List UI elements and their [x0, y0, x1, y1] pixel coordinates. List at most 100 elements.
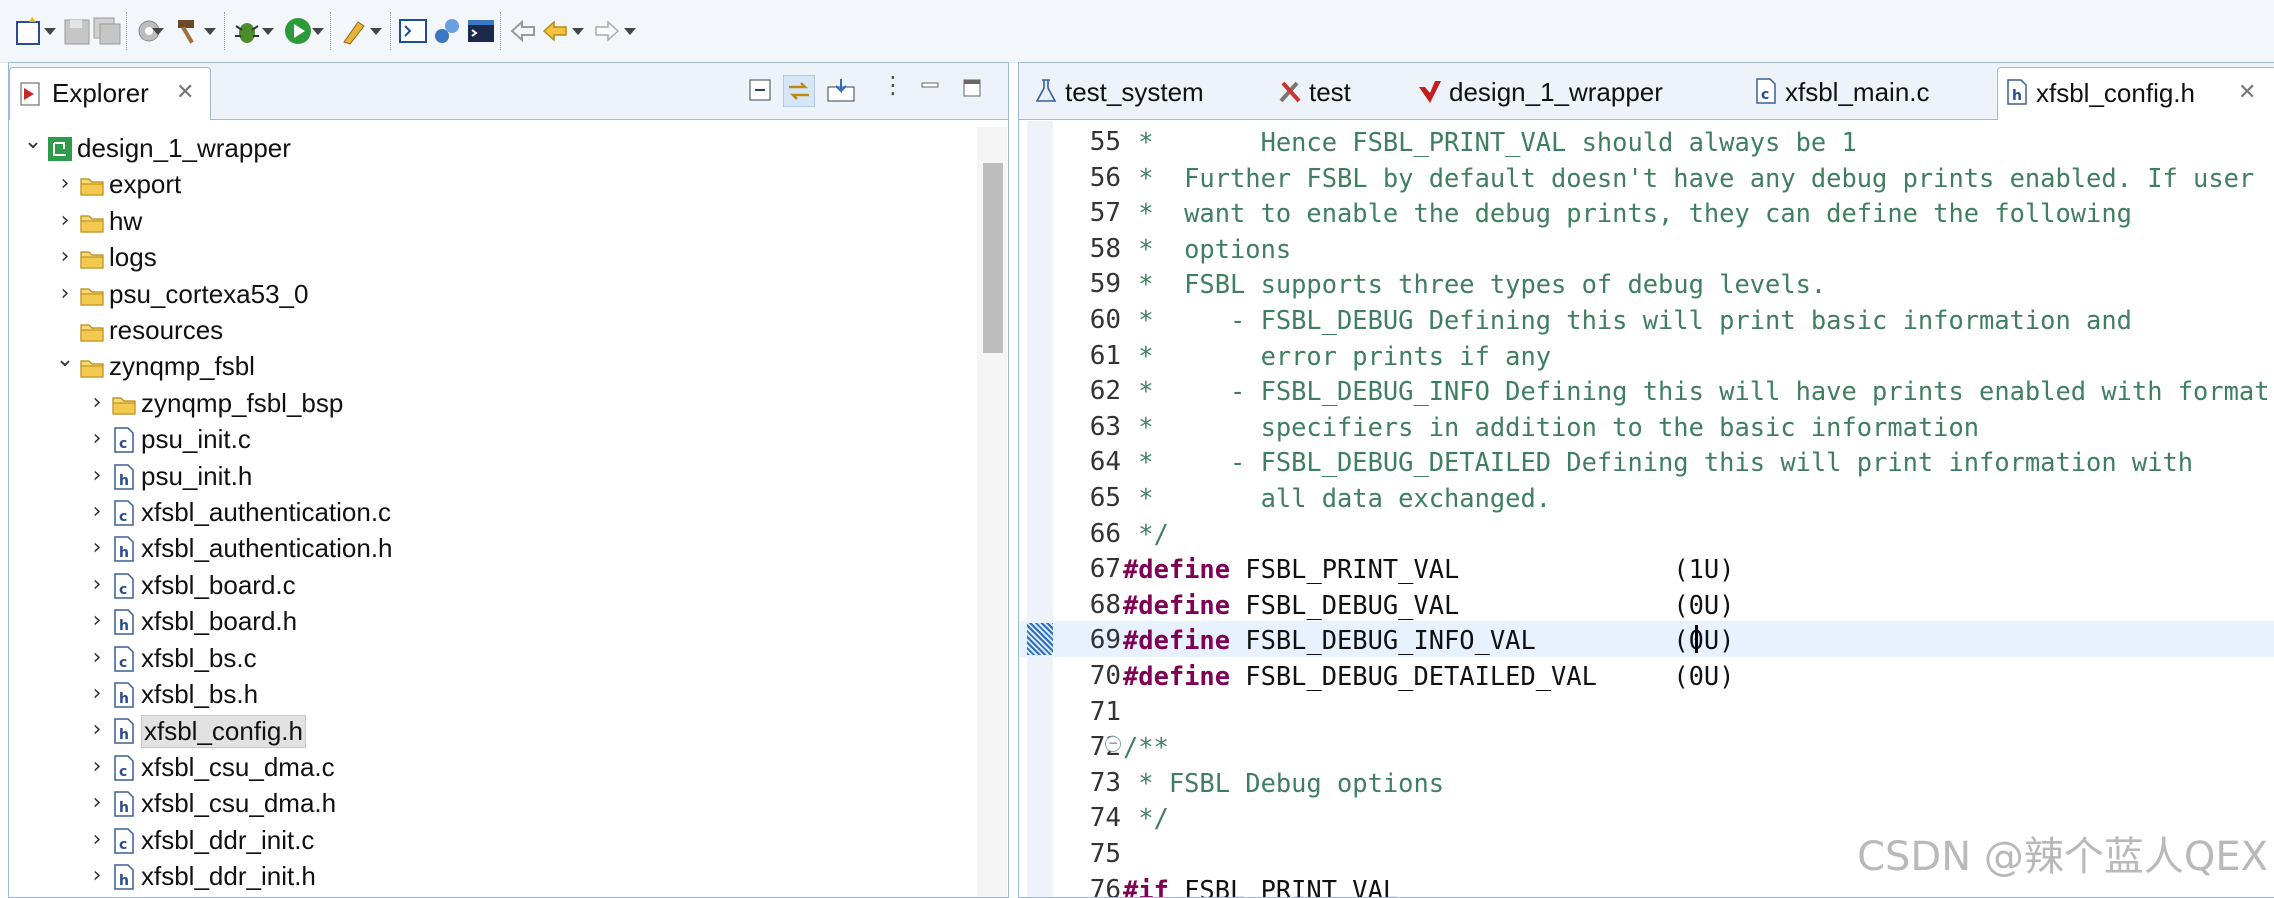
tree-item-label: zynqmp_fsbl_bsp	[141, 387, 344, 418]
editor-tab-label: test_system	[1065, 77, 1204, 107]
chevron-right-icon[interactable]: ›	[55, 281, 75, 306]
code-text: #if FSBL_PRINT_VAL	[1123, 875, 1398, 897]
tree-item-label: xfsbl_csu_dma.h	[141, 788, 337, 819]
editor-tab[interactable]: design_1_wrapper	[1411, 67, 1711, 119]
back-dropdown[interactable]	[572, 28, 584, 35]
tree-item[interactable]: › export	[9, 167, 969, 203]
chevron-right-icon[interactable]: ›	[87, 426, 107, 451]
chevron-right-icon[interactable]: ›	[87, 572, 107, 597]
explorer-scrollbar-thumb[interactable]	[983, 163, 1003, 353]
collapse-all-icon[interactable]	[747, 77, 775, 105]
code-body: FSBL_DEBUG_VAL (0U)	[1230, 589, 1735, 620]
back-icon[interactable]	[540, 14, 570, 48]
code-line: 71	[1019, 693, 2274, 729]
remote-icon[interactable]	[432, 14, 462, 48]
line-number: 57	[1089, 198, 1121, 229]
console-icon[interactable]	[466, 14, 496, 48]
chevron-right-icon[interactable]: ›	[55, 244, 75, 269]
chevron-down-icon[interactable]: ⌄	[23, 129, 43, 154]
chevron-down-icon[interactable]: ⌄	[55, 347, 75, 372]
link-with-editor-icon[interactable]	[783, 75, 815, 107]
tree-item[interactable]: › h xfsbl_bs.h	[9, 677, 969, 713]
tree-item[interactable]: › hw	[9, 204, 969, 240]
folder-icon	[79, 317, 105, 345]
code-text: */	[1123, 518, 1169, 549]
tree-item[interactable]: › zynqmp_fsbl_bsp	[9, 386, 969, 422]
tree-item[interactable]: › h xfsbl_ddr_init.h	[9, 859, 969, 893]
debug-dropdown[interactable]	[262, 28, 274, 35]
close-icon[interactable]: ✕	[176, 80, 194, 105]
editor-tab[interactable]: test_system	[1027, 67, 1237, 119]
line-number: 62	[1089, 376, 1121, 407]
launch-dropdown[interactable]	[370, 28, 382, 35]
editor-tab[interactable]: c xfsbl_main.c	[1747, 67, 1967, 119]
forward-dropdown[interactable]	[624, 28, 636, 35]
chevron-right-icon[interactable]: ›	[87, 717, 107, 742]
tree-item[interactable]: › c xfsbl_bs.c	[9, 641, 969, 677]
tree-item[interactable]: › c xfsbl_csu_dma.c	[9, 750, 969, 786]
tree-item[interactable]: › h xfsbl_board.h	[9, 604, 969, 640]
tree-item[interactable]: › logs	[9, 240, 969, 276]
toolbar-separator	[500, 12, 503, 50]
chevron-right-icon[interactable]: ›	[87, 463, 107, 488]
terminal-icon[interactable]	[398, 14, 428, 48]
tree-item[interactable]: › c xfsbl_board.c	[9, 568, 969, 604]
code-line: 57 * want to enable the debug prints, th…	[1019, 194, 2274, 230]
build-dropdown[interactable]	[204, 28, 216, 35]
tree-item[interactable]: ⌄ zynqmp_fsbl	[9, 347, 969, 385]
chevron-right-icon[interactable]: ›	[87, 754, 107, 779]
preprocessor-keyword: #define	[1123, 661, 1231, 691]
new-dropdown[interactable]	[44, 28, 56, 35]
code-editor[interactable]: 55 * Hence FSBL_PRINT_VAL should always …	[1019, 121, 2274, 897]
tree-item[interactable]: › c xfsbl_ddr_init.c	[9, 823, 969, 859]
debug-icon[interactable]	[232, 14, 262, 48]
import-icon[interactable]	[825, 77, 859, 105]
tree-item[interactable]: › c xfsbl_authentication.c	[9, 495, 969, 531]
launch-icon[interactable]	[338, 14, 370, 48]
tree-item[interactable]: › h xfsbl_authentication.h	[9, 531, 969, 567]
tree-item[interactable]: › psu_cortexa53_0	[9, 277, 969, 313]
new-icon[interactable]	[14, 14, 44, 48]
chevron-right-icon[interactable]: ›	[87, 645, 107, 670]
chevron-right-icon[interactable]: ›	[55, 208, 75, 233]
tree-item[interactable]: › h xfsbl_config.h	[9, 713, 969, 749]
tree-item[interactable]: resources	[9, 313, 969, 349]
editor-tab[interactable]: test	[1271, 67, 1391, 119]
editor-tab[interactable]: h xfsbl_config.h ✕	[1997, 67, 2274, 120]
h-file-icon: h	[111, 681, 137, 709]
line-number: 67	[1089, 554, 1121, 585]
chevron-right-icon[interactable]: ›	[87, 390, 107, 415]
chevron-right-icon[interactable]: ›	[55, 171, 75, 196]
hammer-build-icon[interactable]	[172, 14, 204, 48]
chevron-right-icon[interactable]: ›	[87, 681, 107, 706]
build-settings-dropdown[interactable]	[152, 28, 164, 35]
save-all-icon[interactable]	[92, 14, 122, 48]
c-file-icon: c	[111, 572, 137, 600]
chevron-right-icon[interactable]: ›	[87, 535, 107, 560]
svg-text:h: h	[119, 545, 129, 561]
run-icon[interactable]	[282, 14, 314, 48]
tree-item[interactable]: ⌄ design_1_wrapper	[9, 129, 969, 167]
save-icon[interactable]	[62, 14, 92, 48]
preprocessor-keyword: #define	[1123, 554, 1231, 585]
tree-item-label: psu_init.c	[141, 424, 251, 455]
close-icon[interactable]: ✕	[2238, 80, 2256, 105]
tree-item[interactable]: › h psu_init.h	[9, 459, 969, 495]
chevron-right-icon[interactable]: ›	[87, 827, 107, 852]
tree-item[interactable]: › h xfsbl_csu_dma.h	[9, 786, 969, 822]
tree-item-label: psu_init.h	[141, 460, 253, 491]
chevron-right-icon[interactable]: ›	[87, 790, 107, 815]
forward-icon[interactable]	[592, 14, 622, 48]
chevron-right-icon[interactable]: ›	[87, 863, 107, 888]
chevron-right-icon[interactable]: ›	[87, 608, 107, 633]
c-file-icon: c	[1753, 77, 1779, 109]
tree-item[interactable]: › c psu_init.c	[9, 422, 969, 458]
maximize-icon[interactable]	[961, 77, 983, 99]
chevron-right-icon[interactable]: ›	[87, 499, 107, 524]
minimize-icon[interactable]	[919, 77, 941, 99]
last-edit-icon[interactable]	[508, 14, 538, 48]
run-dropdown[interactable]	[312, 28, 324, 35]
explorer-tab[interactable]: Explorer ✕	[9, 67, 211, 120]
code-text: * options	[1123, 233, 1292, 264]
view-menu-icon[interactable]: ⋮	[881, 71, 905, 99]
